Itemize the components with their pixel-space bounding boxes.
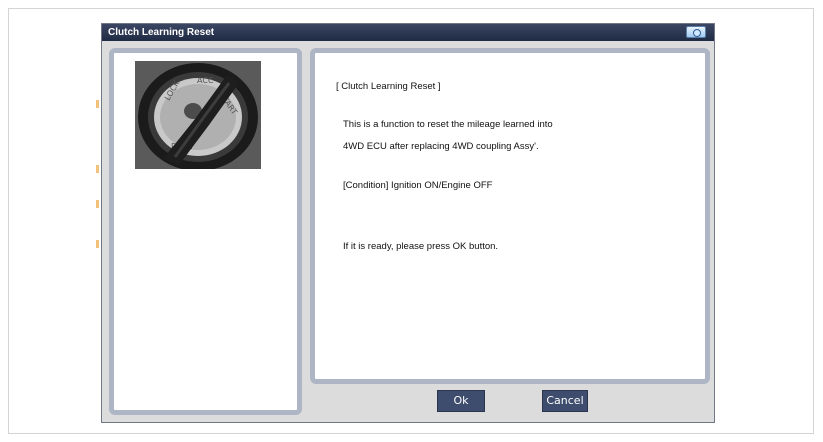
edge-mark [96, 100, 99, 108]
ok-button[interactable]: Ok [437, 390, 485, 412]
edge-mark [96, 200, 99, 208]
edge-mark [96, 240, 99, 248]
dialog-title: Clutch Learning Reset [108, 27, 215, 38]
info-heading: [ Clutch Learning Reset ] [336, 81, 441, 92]
clutch-learning-reset-dialog: Clutch Learning Reset LOCK ACC START PUS… [101, 23, 715, 423]
condition-text: [Condition] Ignition ON/Engine OFF [343, 180, 493, 191]
ready-text: If it is ready, please press OK button. [343, 241, 499, 252]
cancel-button[interactable]: Cancel [542, 390, 588, 412]
edge-mark [96, 165, 99, 173]
info-panel: [ Clutch Learning Reset ] This is a func… [310, 48, 710, 384]
image-panel: LOCK ACC START PUSH [109, 48, 302, 415]
dialog-titlebar: Clutch Learning Reset [102, 24, 714, 41]
info-line-2: 4WD ECU after replacing 4WD coupling Ass… [343, 141, 539, 152]
ignition-key-icon: LOCK ACC START PUSH [135, 61, 261, 169]
camera-icon[interactable] [686, 26, 706, 38]
svg-text:ACC: ACC [197, 76, 214, 85]
info-line-1: This is a function to reset the mileage … [343, 119, 553, 130]
